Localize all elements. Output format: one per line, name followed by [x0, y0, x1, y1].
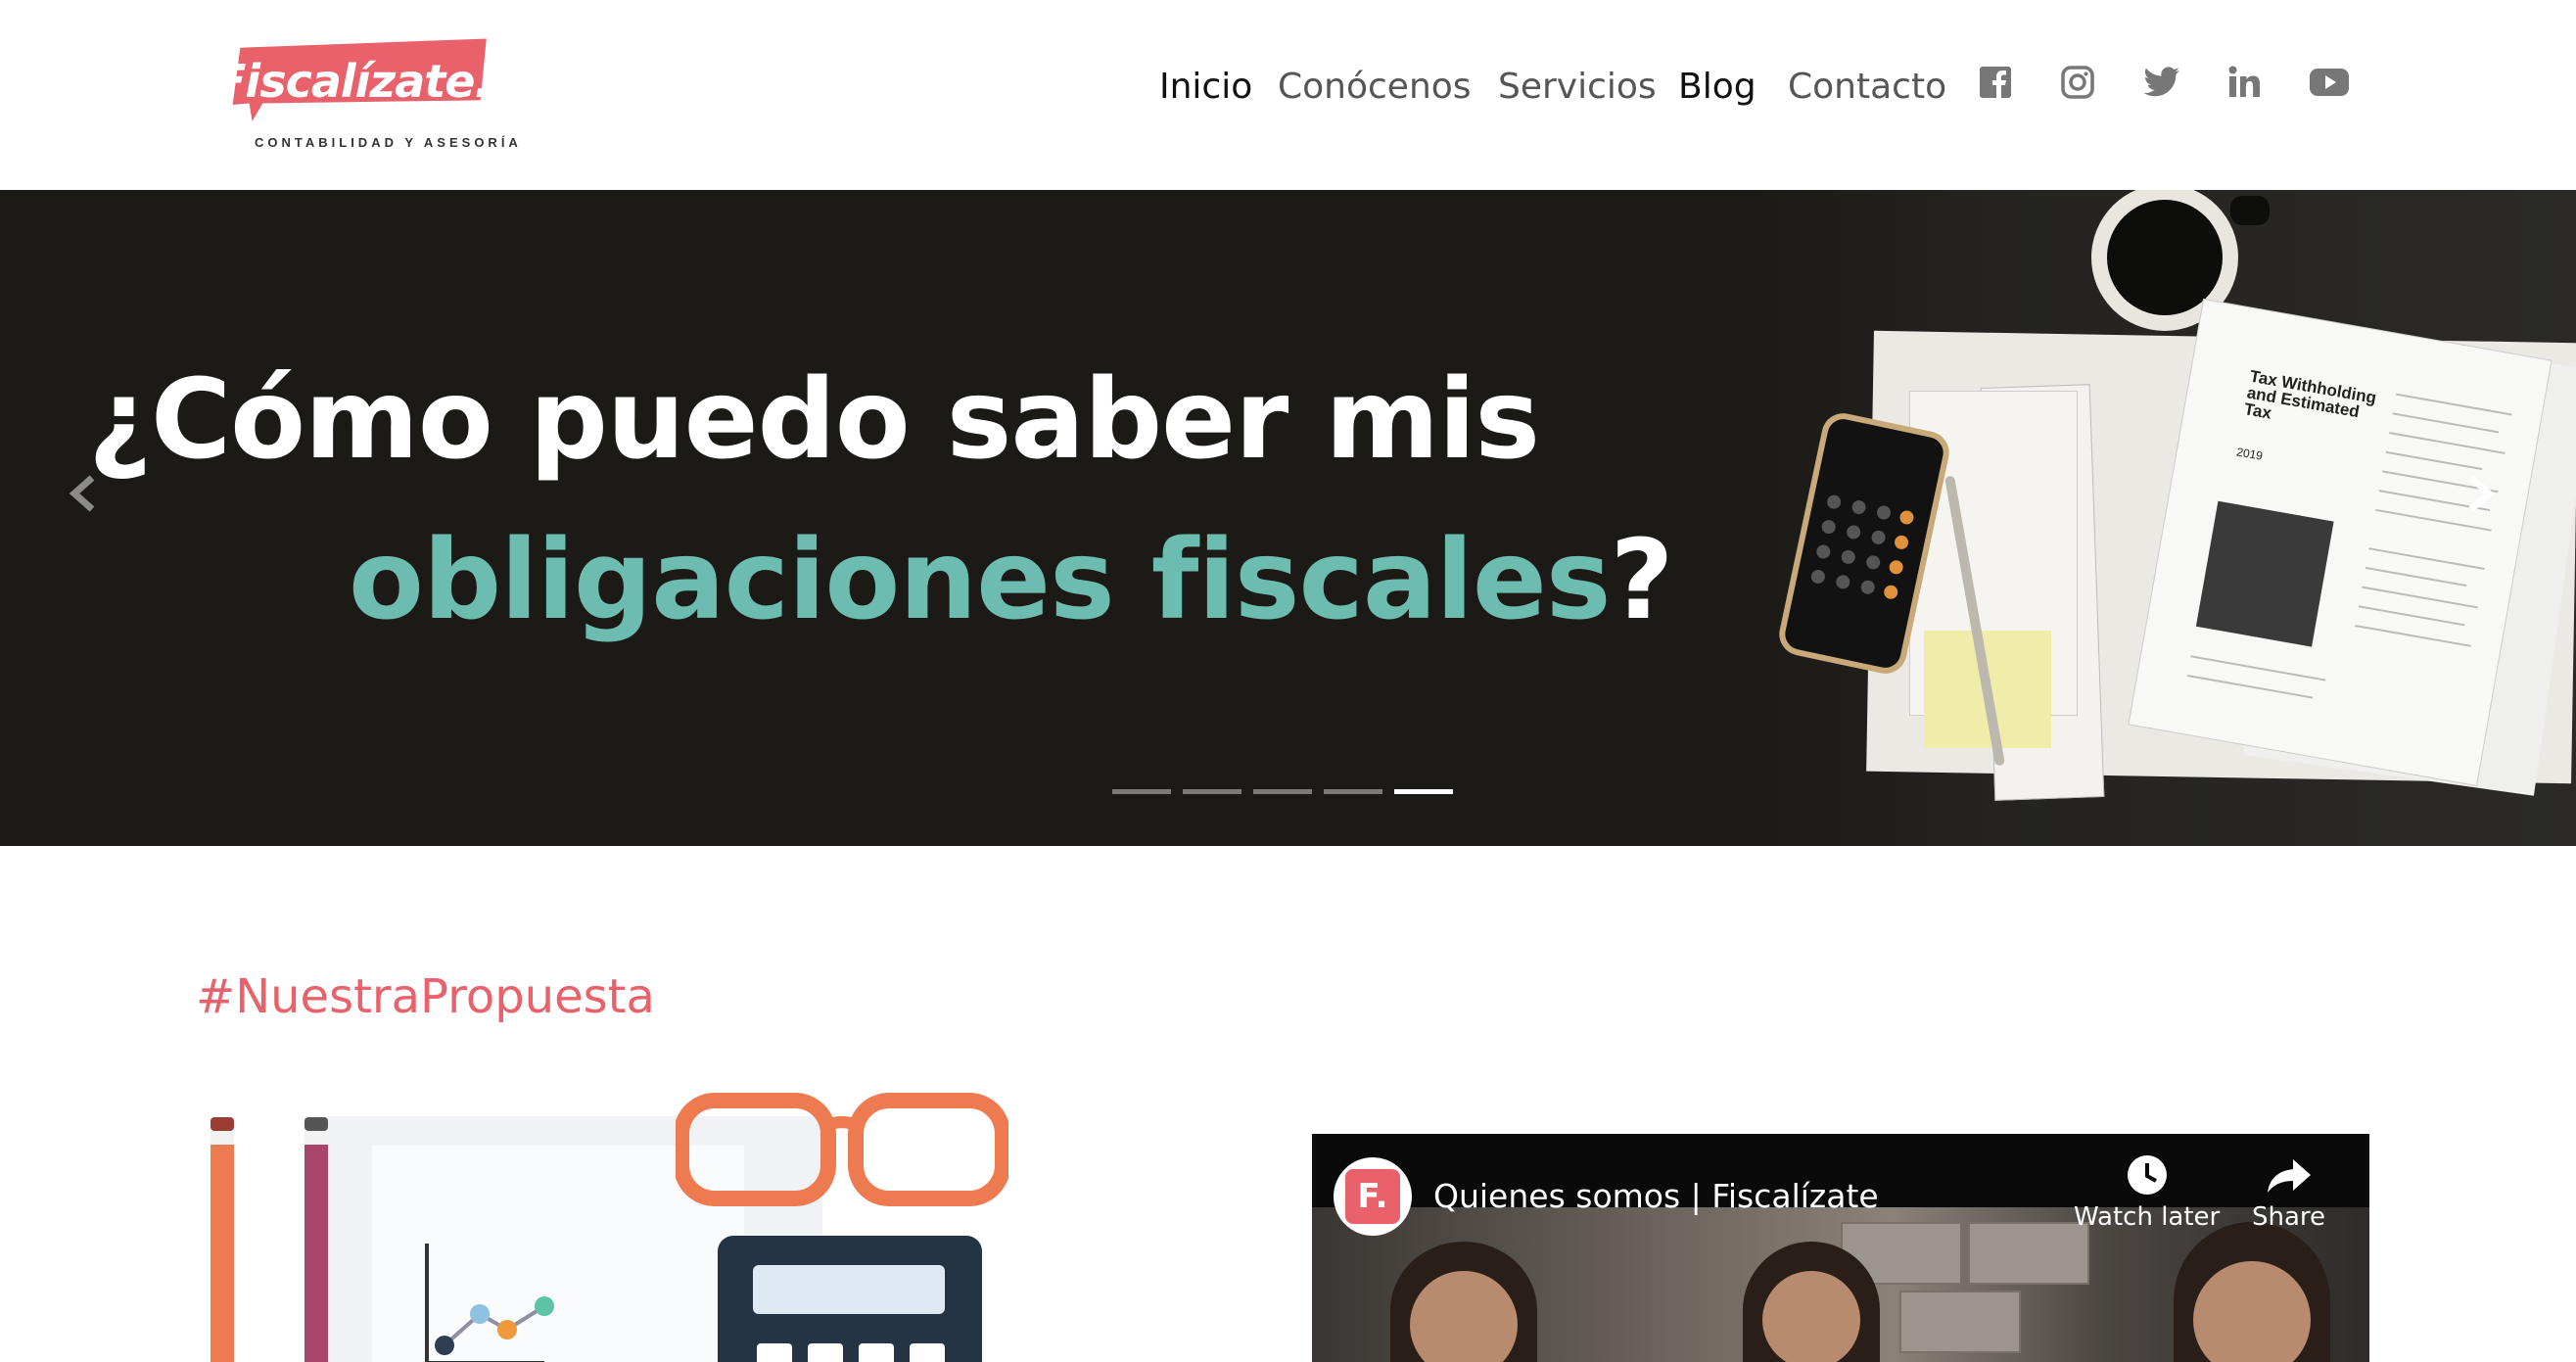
proposal-illustration — [196, 1087, 1008, 1362]
watch-later-label: Watch later — [2074, 1202, 2221, 1232]
chevron-left-icon[interactable] — [63, 472, 106, 515]
nav-blog[interactable]: Blog — [1678, 67, 1756, 107]
clock-icon — [2127, 1155, 2167, 1195]
site-header: Fiscalízate. CONTABILIDAD Y ASESORÍA Ini… — [0, 0, 2576, 190]
youtube-icon[interactable] — [2309, 65, 2349, 104]
hero-title-question-mark: ? — [1610, 517, 1674, 644]
calculator-icon — [718, 1236, 982, 1362]
tax-form-photo — [2195, 500, 2334, 647]
share-label: Share — [2252, 1202, 2326, 1232]
glasses-icon — [676, 1093, 1008, 1206]
hero-carousel: Tax Withholding and Estimated Tax 2019 ¿… — [0, 190, 2576, 846]
instagram-icon[interactable] — [2060, 65, 2099, 104]
chevron-right-icon[interactable] — [2459, 472, 2503, 515]
carousel-indicator-active[interactable] — [1394, 789, 1453, 794]
carousel-indicator[interactable] — [1324, 789, 1382, 794]
nav-contacto[interactable]: Contacto — [1788, 67, 1946, 107]
nav-inicio[interactable]: Inicio — [1159, 67, 1252, 107]
channel-avatar-initial: F. — [1345, 1169, 1400, 1224]
tax-form-title: Tax Withholding and Estimated Tax — [2242, 366, 2378, 423]
watch-later-button[interactable]: Watch later — [2074, 1153, 2220, 1232]
video-embed[interactable]: F. Quienes somos | Fiscalízate Watch lat… — [1312, 1134, 2369, 1362]
purple-pencil-icon — [304, 1117, 328, 1362]
carousel-indicator[interactable] — [1112, 789, 1171, 794]
section-hashtag-heading: #NuestraPropuesta — [196, 969, 655, 1024]
hero-title-line2: obligaciones fiscales? — [349, 517, 1674, 644]
logo-wordmark: Fiscalízate. — [215, 55, 492, 108]
video-title[interactable]: Quienes somos | Fiscalízate — [1433, 1177, 1879, 1215]
carousel-indicator[interactable] — [1253, 789, 1312, 794]
twitter-icon[interactable] — [2142, 65, 2181, 104]
tax-form-image: Tax Withholding and Estimated Tax 2019 — [2129, 300, 2552, 785]
nav-conocenos[interactable]: Conócenos — [1278, 67, 1472, 107]
share-button[interactable]: Share — [2252, 1153, 2325, 1232]
tax-form-year: 2019 — [2235, 445, 2265, 463]
linkedin-icon[interactable] — [2226, 65, 2266, 104]
brand-logo[interactable]: Fiscalízate. CONTABILIDAD Y ASESORÍA — [194, 37, 527, 155]
carousel-indicators — [1112, 789, 1453, 794]
orange-pencil-icon — [211, 1117, 234, 1362]
cup-handle-image — [2230, 196, 2270, 225]
hero-title-line1: ¿Cómo puedo saber mis — [88, 356, 1540, 484]
hero-title-highlight: obligaciones fiscales — [349, 517, 1611, 644]
channel-avatar[interactable]: F. — [1334, 1157, 1412, 1236]
facebook-icon[interactable] — [1978, 65, 2017, 104]
nav-servicios[interactable]: Servicios — [1498, 67, 1657, 107]
share-arrow-icon — [2267, 1159, 2311, 1193]
carousel-indicator[interactable] — [1183, 789, 1241, 794]
coffee-image — [2107, 200, 2223, 315]
logo-tagline: CONTABILIDAD Y ASESORÍA — [255, 135, 522, 150]
